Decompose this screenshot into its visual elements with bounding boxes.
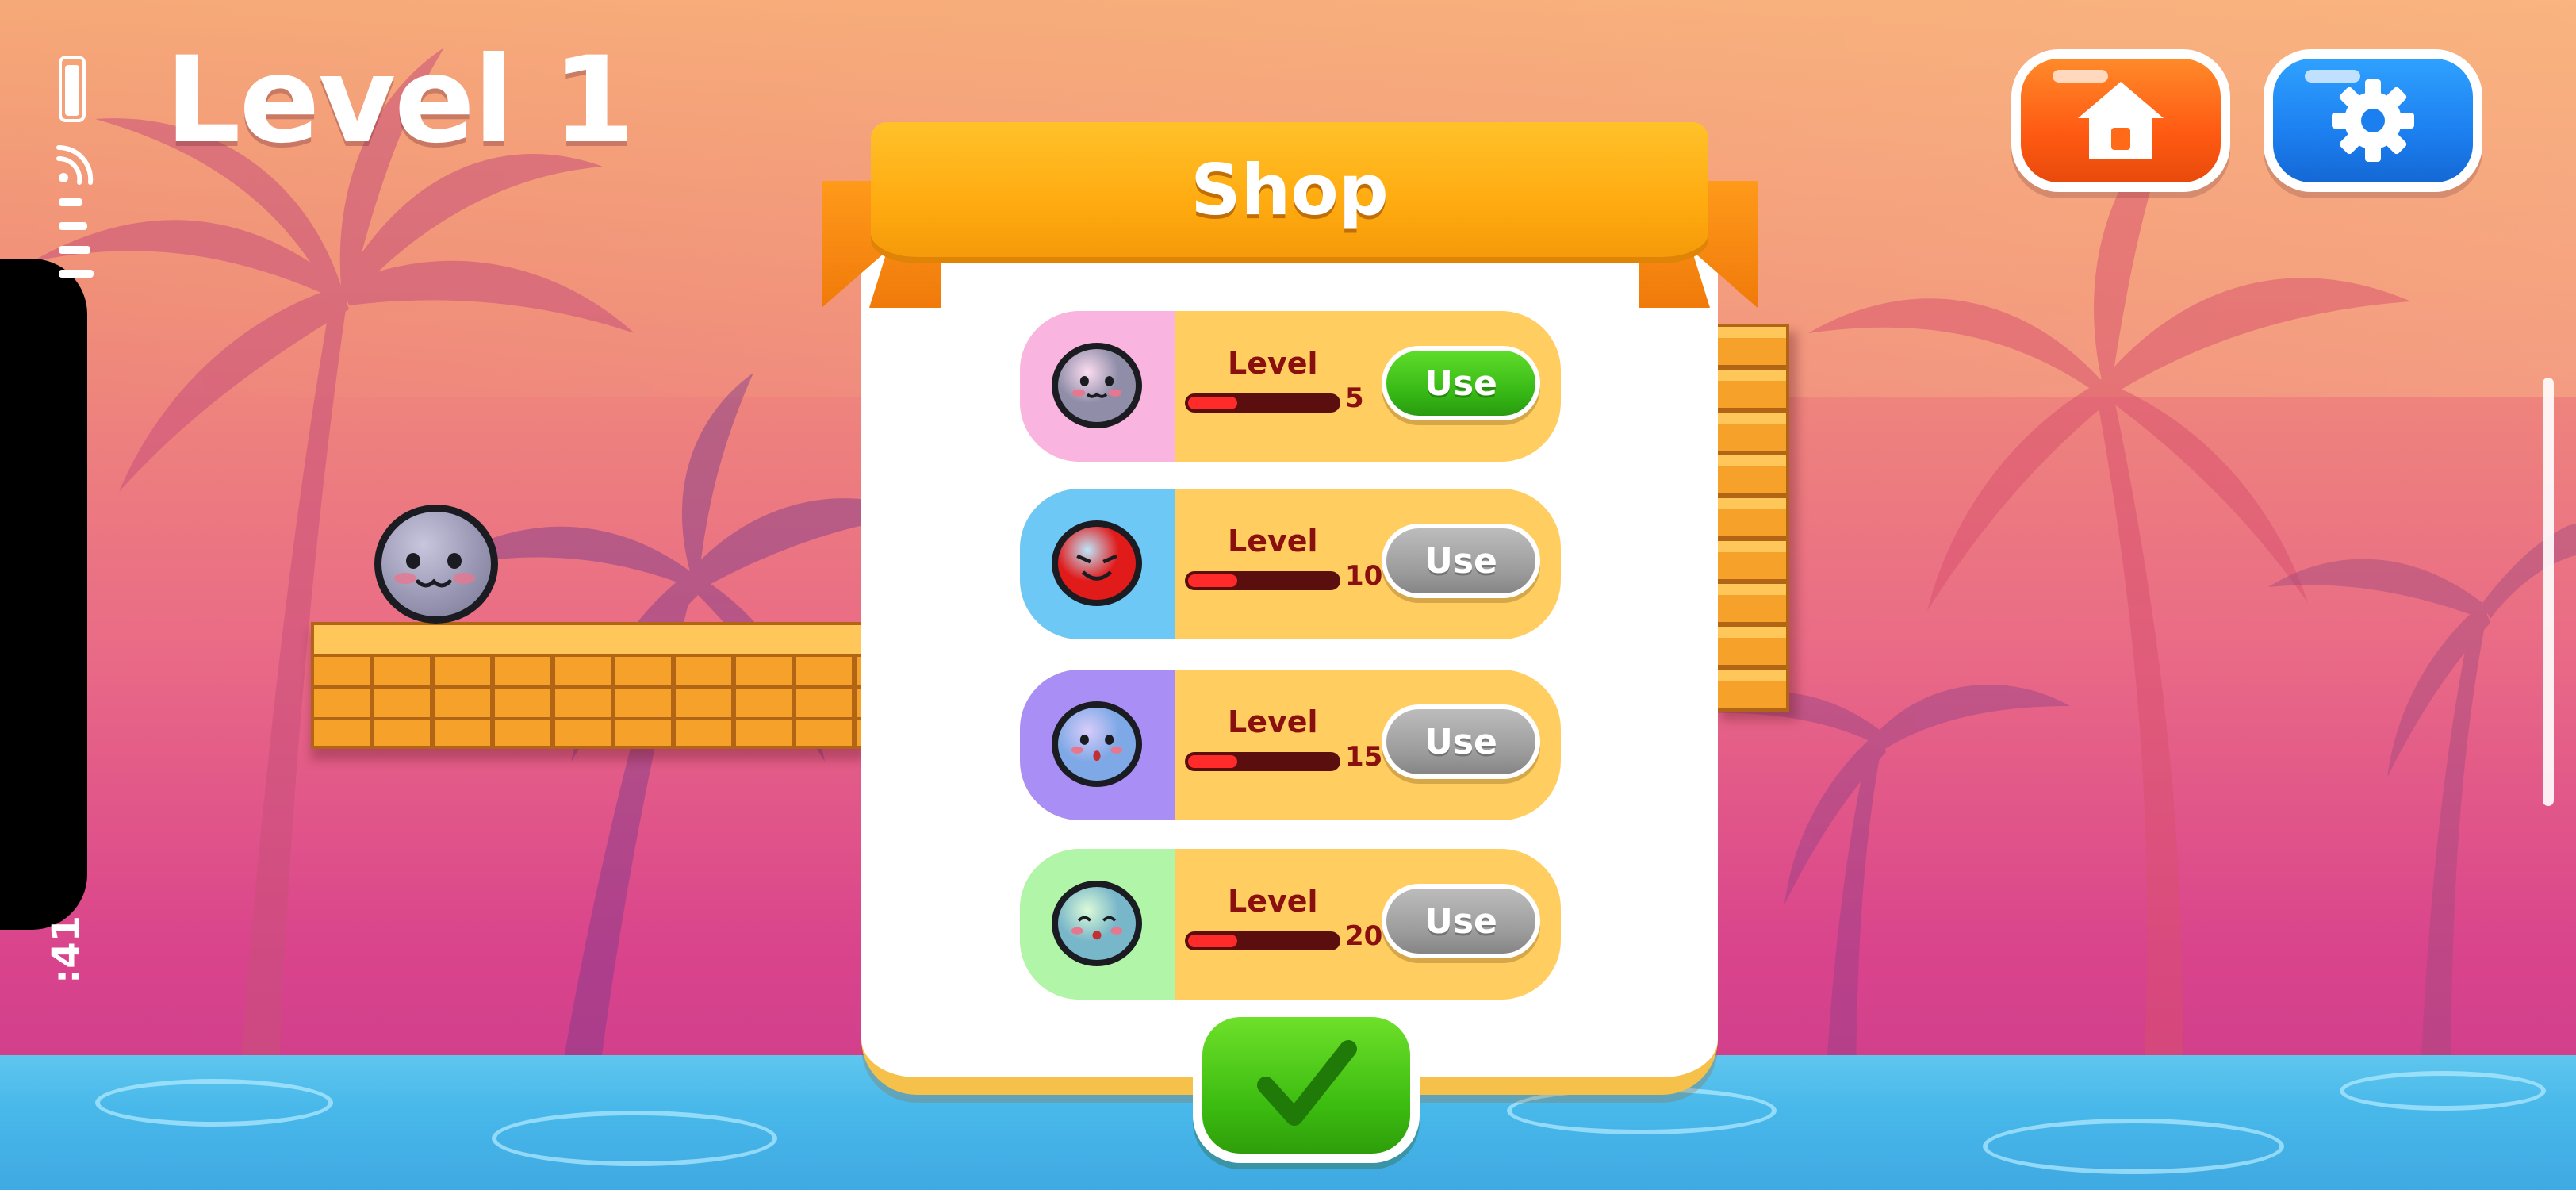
unlock-progress-bar	[1185, 393, 1340, 413]
required-level: 15	[1345, 741, 1383, 773]
level-title: Level 1	[165, 32, 635, 170]
home-button[interactable]	[2011, 49, 2230, 192]
unlock-progress-bar	[1185, 752, 1340, 771]
battery-icon	[59, 56, 86, 122]
skin-ball	[1052, 343, 1142, 428]
skin-ball	[1052, 701, 1142, 787]
wifi-icon	[56, 144, 94, 185]
skin-swatch	[1020, 311, 1175, 462]
shop-item: Level 5 Use	[1020, 311, 1561, 462]
skin-swatch	[1020, 670, 1175, 820]
scroll-indicator	[2543, 378, 2554, 806]
skin-swatch	[1020, 849, 1175, 1000]
brick-wall-right	[1713, 324, 1789, 712]
gear-icon	[2332, 79, 2414, 162]
shop-title-ribbon: Shop	[871, 122, 1708, 257]
checkmark-icon	[1257, 1040, 1357, 1126]
player-face	[394, 553, 475, 588]
settings-button[interactable]	[2264, 49, 2482, 192]
confirm-button[interactable]	[1193, 1008, 1420, 1163]
use-skin-button[interactable]: Use	[1382, 524, 1540, 598]
required-level: 5	[1345, 382, 1364, 414]
skin-ball	[1052, 520, 1142, 606]
player-ball	[374, 505, 498, 624]
unlock-level-label: Level	[1228, 346, 1318, 381]
status-bar	[48, 48, 95, 1063]
use-skin-button[interactable]: Use	[1382, 704, 1540, 779]
skin-ball	[1052, 881, 1142, 966]
signal-icon	[59, 198, 94, 278]
use-skin-button[interactable]: Use	[1382, 884, 1540, 958]
use-skin-button[interactable]: Use	[1382, 346, 1540, 420]
unlock-level-label: Level	[1228, 524, 1318, 559]
required-level: 10	[1345, 560, 1383, 592]
required-level: 20	[1345, 920, 1383, 952]
shop-title: Shop	[1190, 148, 1389, 231]
unlock-level-label: Level	[1228, 704, 1318, 739]
shop-item: Level 20 Use	[1020, 849, 1561, 1000]
brick-platform-left	[311, 622, 866, 749]
shop-item: Level 10 Use	[1020, 489, 1561, 639]
skin-swatch	[1020, 489, 1175, 639]
unlock-progress-bar	[1185, 931, 1340, 950]
unlock-progress-bar	[1185, 571, 1340, 590]
unlock-level-label: Level	[1228, 884, 1318, 919]
status-clock: :41	[44, 916, 89, 984]
shop-item: Level 15 Use	[1020, 670, 1561, 820]
home-icon	[2078, 82, 2164, 159]
